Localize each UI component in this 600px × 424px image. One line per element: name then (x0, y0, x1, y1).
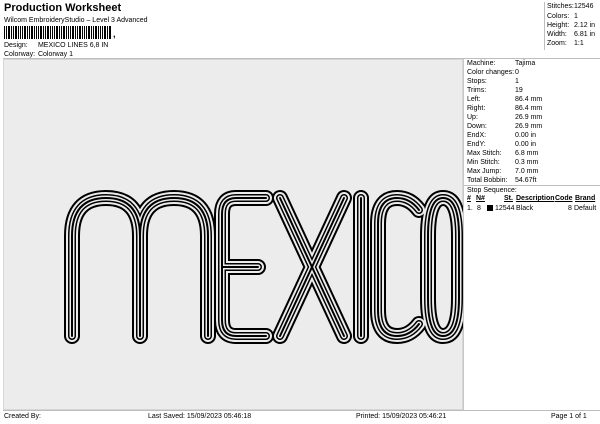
spec-row: Up: 26.9 mm (467, 114, 542, 121)
last-saved: Last Saved: 15/09/2023 05:46:18 (148, 413, 252, 420)
spec-row: Max Jump: 7.0 mm (467, 168, 538, 175)
row-n: 8 (477, 205, 481, 212)
specs-divider (464, 185, 600, 186)
spec-value: 19 (515, 87, 523, 94)
design-value: MEXICO LINES 6,8 IN (37, 42, 109, 49)
spec-value: 7.0 mm (515, 168, 539, 175)
col-st: St. (504, 195, 513, 202)
col-num: # (467, 195, 471, 202)
colorway-value: Colorway 1 (37, 51, 73, 58)
stop-sequence-title: Stop Sequence: (467, 187, 517, 194)
col-code: Code (555, 195, 573, 202)
panel-divider (463, 59, 464, 410)
spec-row: Trims: 19 (467, 87, 523, 94)
spec-value: 54.67ft (515, 177, 537, 184)
design-label: Design: (4, 42, 28, 49)
spec-row: Machine: Tajima (467, 60, 535, 67)
zoom-value: 1:1 (574, 40, 584, 47)
colors-label: Colors: (547, 13, 570, 20)
stitches-value: 12546 (574, 3, 594, 10)
stitches-label: Stitches: (547, 3, 574, 10)
spec-row: Max Stitch: 6.8 mm (467, 150, 538, 157)
spec-value: 6.8 mm (515, 150, 539, 157)
spec-row: EndX: 0.00 in (467, 132, 536, 139)
design-artwork (64, 190, 464, 344)
spec-value: 26.9 mm (515, 114, 543, 121)
spec-label: Min Stitch: (467, 159, 500, 166)
width-label: Width: (547, 31, 567, 38)
spec-label: Total Bobbin: (467, 177, 508, 184)
design-row: Design: MEXICO LINES 6,8 IN (4, 42, 108, 49)
footer-divider (3, 410, 600, 411)
spec-value: 0.00 in (515, 132, 537, 139)
barcode (4, 26, 111, 39)
spec-label: Max Stitch: (467, 150, 502, 157)
spec-row: Total Bobbin: 54.67ft (467, 177, 536, 184)
spec-label: Right: (467, 105, 486, 112)
col-brand: Brand (575, 195, 596, 202)
summary-panel: Stitches:12546 Colors: 1 Height: 2.12 in W… (544, 2, 600, 50)
colorway-label: Colorway: (4, 51, 36, 58)
spec-row: Color changes:0 (467, 69, 519, 76)
spec-value: Tajima (515, 60, 536, 67)
created-by: Created By: (4, 413, 41, 420)
thread-color-swatch (487, 205, 493, 211)
spec-label: Machine: (467, 60, 496, 67)
row-code: 8 (568, 205, 572, 212)
height-row: Height: 2.12 in (547, 22, 595, 29)
spec-row: Left: 86.4 mm (467, 96, 542, 103)
colors-row: Colors: 1 (547, 13, 578, 20)
colors-value: 1 (574, 13, 578, 20)
colorway-row: Colorway: Colorway 1 (4, 51, 73, 58)
spec-value: 1 (515, 78, 519, 85)
spec-label: Up: (467, 114, 478, 121)
row-description: Black (516, 205, 534, 212)
spec-label: EndX: (467, 132, 487, 139)
row-brand: Default (574, 205, 597, 212)
stitches-row: Stitches:12546 (547, 3, 593, 10)
page-number: Page 1 of 1 (551, 413, 587, 420)
barcode-mark: , (113, 29, 116, 39)
spec-value: 86.4 mm (515, 96, 543, 103)
spec-row: Stops: 1 (467, 78, 519, 85)
spec-label: Color changes: (467, 69, 515, 76)
spec-label: Max Jump: (467, 168, 502, 175)
height-value: 2.12 in (574, 22, 596, 29)
spec-row: Down: 26.9 mm (467, 123, 542, 130)
col-n: N# (476, 195, 485, 202)
spec-label: Trims: (467, 87, 487, 94)
design-preview (3, 59, 464, 410)
spec-value: 0 (515, 69, 519, 76)
col-description: Description (516, 195, 555, 202)
zoom-row: Zoom: 1:1 (547, 40, 584, 47)
software-name: Wilcom EmbroideryStudio – Level 3 Advanc… (4, 17, 148, 24)
mexico-lettering (64, 190, 464, 344)
spec-label: Stops: (467, 78, 487, 85)
spec-label: Down: (467, 123, 487, 130)
worksheet-title: Production Worksheet (4, 2, 122, 14)
height-label: Height: (547, 22, 570, 29)
printed-date: Printed: 15/09/2023 05:46:21 (356, 413, 447, 420)
spec-value: 26.9 mm (515, 123, 543, 130)
spec-value: 0.00 in (515, 141, 537, 148)
spec-label: Left: (467, 96, 481, 103)
spec-label: EndY: (467, 141, 486, 148)
row-num: 1. (467, 205, 473, 212)
row-stitches: 12544 (495, 205, 515, 212)
spec-row: Min Stitch: 0.3 mm (467, 159, 538, 166)
width-row: Width: 6.81 in (547, 31, 595, 38)
spec-value: 86.4 mm (515, 105, 543, 112)
zoom-label: Zoom: (547, 40, 567, 47)
spec-value: 0.3 mm (515, 159, 539, 166)
spec-row: Right: 86.4 mm (467, 105, 542, 112)
spec-row: EndY: 0.00 in (467, 141, 536, 148)
width-value: 6.81 in (574, 31, 596, 38)
